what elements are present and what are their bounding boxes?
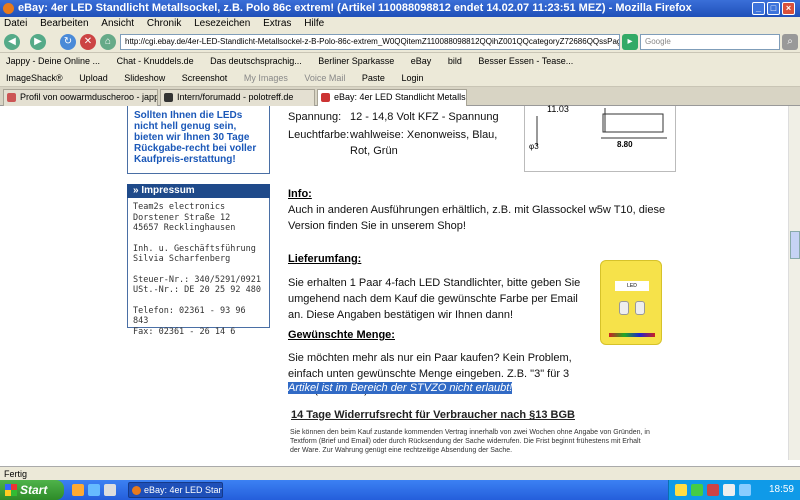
tab-ebay[interactable]: eBay: 4er LED Standlicht Metallso...	[317, 89, 467, 106]
imageshack-toolbar: ImageShack® Upload Slideshow Screenshot …	[0, 70, 800, 87]
menu-chronik[interactable]: Chronik	[147, 18, 181, 29]
spec-label-leuchtfarbe: Leuchtfarbe:	[288, 129, 350, 141]
menu-datei[interactable]: Datei	[4, 18, 27, 29]
home-icon[interactable]: ⌂	[100, 34, 116, 50]
menu-bearbeiten[interactable]: Bearbeiten	[40, 18, 88, 29]
jappy-favicon-icon	[7, 93, 16, 102]
dim-label: 11.03	[547, 104, 569, 114]
widerruf-heading: 14 Tage Widerrufsrecht für Verbraucher n…	[291, 409, 575, 421]
system-tray: 18:59	[668, 480, 800, 500]
bookmark-ebay[interactable]: eBay	[411, 56, 432, 66]
quicklaunch-desktop-icon[interactable]	[104, 484, 116, 496]
tab-strip: Profil von oowarmduscheroo - jappy.de In…	[0, 87, 800, 106]
bookmark-sparkasse[interactable]: Berliner Sparkasse	[318, 56, 394, 66]
ebay-favicon-icon	[321, 93, 330, 102]
status-bar: Fertig	[0, 466, 800, 480]
selected-text: Artikel ist im Bereich der STVZO nicht e…	[288, 382, 513, 394]
taskbar: Start eBay: 4er LED Standl... 18:59	[0, 480, 800, 500]
spec-value-spannung: 12 - 14,8 Volt KFZ - Spannung	[350, 111, 499, 123]
lieferumfang-text: Sie erhalten 1 Paar 4-fach LED Standlich…	[288, 277, 581, 321]
info-heading: Info:	[288, 188, 312, 200]
impressum-line: 45657 Recklinghausen	[133, 223, 236, 233]
quicklaunch-firefox-icon[interactable]	[72, 484, 84, 496]
tray-icon[interactable]	[691, 484, 703, 496]
bookmark-knuddels[interactable]: Chat - Knuddels.de	[117, 56, 194, 66]
impressum-line: Fax: 02361 - 26 14 6	[133, 326, 236, 337]
dim-label: φ3	[529, 142, 539, 151]
lieferumfang-heading: Lieferumfang:	[288, 253, 362, 265]
screenshot-button[interactable]: Screenshot	[182, 73, 228, 83]
firefox-icon	[132, 486, 141, 495]
close-button[interactable]: ×	[782, 2, 795, 15]
impressum-box: Team2s electronics Dorstener Straße 12 4…	[127, 198, 270, 337]
maximize-button[interactable]: □	[767, 2, 780, 15]
dimension-diagram: 11.03 8.80 φ3	[524, 104, 676, 172]
slideshow-button[interactable]: Slideshow	[124, 73, 165, 83]
bookmark-jappy[interactable]: Jappy - Deine Online ...	[6, 56, 100, 66]
reload-icon[interactable]: ↻	[60, 34, 76, 50]
imageshack-menu[interactable]: ImageShack®	[6, 73, 63, 83]
tray-icon[interactable]	[675, 484, 687, 496]
menu-bar: Datei Bearbeiten Ansicht Chronik Lesezei…	[0, 17, 800, 31]
product-image: LED	[600, 260, 662, 345]
impressum-line: Dorstener Straße 12	[133, 212, 231, 223]
back-icon[interactable]: ◀	[4, 34, 20, 50]
my-images-button[interactable]: My Images	[244, 73, 288, 83]
go-icon[interactable]: ▸	[622, 34, 638, 50]
bookmark-bild[interactable]: bild	[448, 56, 462, 66]
bookmarks-toolbar: Jappy - Deine Online ... Chat - Knuddels…	[0, 53, 800, 70]
tray-icon[interactable]	[723, 484, 735, 496]
url-input[interactable]: http://cgi.ebay.de/4er-LED-Standlicht-Me…	[120, 34, 620, 50]
impressum-line: USt.-Nr.: DE 20 25 92 480	[133, 285, 261, 295]
firefox-icon	[3, 3, 14, 14]
search-input[interactable]: Google	[640, 34, 780, 50]
vertical-scrollbar[interactable]	[788, 106, 800, 460]
paste-button[interactable]: Paste	[362, 73, 385, 83]
menu-ansicht[interactable]: Ansicht	[101, 18, 134, 29]
impressum-line: Inh. u. Geschäftsführung	[133, 243, 256, 254]
voice-mail-button[interactable]: Voice Mail	[304, 73, 345, 83]
scrollbar-thumb[interactable]	[790, 231, 800, 259]
search-go-icon[interactable]: ⌕	[782, 34, 798, 50]
menu-extras[interactable]: Extras	[263, 18, 291, 29]
impressum-line: Telefon: 02361 - 93 96 843	[133, 305, 246, 327]
menu-hilfe[interactable]: Hilfe	[304, 18, 324, 29]
info-text: Auch in anderen Ausführungen erhältlich,…	[288, 204, 666, 232]
menge-heading: Gewünschte Menge:	[288, 329, 395, 341]
return-policy-text: Sollten Ihnen die LEDs nicht hell genug …	[134, 110, 257, 165]
minimize-button[interactable]: _	[752, 2, 765, 15]
navigation-toolbar: ◀ ▶ ↻ ✕ ⌂ http://cgi.ebay.de/4er-LED-Sta…	[0, 31, 800, 53]
impressum-line: Steuer-Nr.: 340/5291/0921	[133, 274, 261, 285]
volume-icon[interactable]	[739, 484, 751, 496]
spec-value-leuchtfarbe: wahlweise: Xenonweiss, Blau, Rot, Grün	[350, 129, 498, 157]
return-policy-box: Sollten Ihnen die LEDs nicht hell genug …	[127, 106, 270, 174]
spec-label-spannung: Spannung:	[288, 111, 342, 123]
tray-icon[interactable]	[707, 484, 719, 496]
stop-icon[interactable]: ✕	[80, 34, 96, 50]
login-button[interactable]: Login	[401, 73, 423, 83]
tab-jappy[interactable]: Profil von oowarmduscheroo - jappy.de	[3, 89, 158, 106]
menu-lesezeichen[interactable]: Lesezeichen	[194, 18, 250, 29]
widerruf-text: Sie können den beim Kauf zustande kommen…	[290, 429, 650, 454]
upload-button[interactable]: Upload	[79, 73, 108, 83]
forward-icon[interactable]: ▶	[30, 34, 46, 50]
windows-logo-icon	[5, 484, 17, 496]
clock: 18:59	[768, 484, 794, 495]
polotreff-favicon-icon	[164, 93, 173, 102]
taskbar-ebay-window[interactable]: eBay: 4er LED Standl...	[128, 482, 223, 498]
bookmark-besser-essen[interactable]: Besser Essen - Tease...	[478, 56, 573, 66]
start-button[interactable]: Start	[0, 480, 64, 500]
bookmark-deutschsprachig[interactable]: Das deutschsprachig...	[210, 56, 302, 66]
quicklaunch-ie-icon[interactable]	[88, 484, 100, 496]
tab-polotreff[interactable]: Intern/forumadd - polotreff.de	[160, 89, 315, 106]
impressum-header: » Impressum	[127, 184, 270, 198]
impressum-line: Team2s electronics	[133, 202, 226, 212]
dim-label: 8.80	[617, 140, 633, 149]
window-title: eBay: 4er LED Standlicht Metallsockel, z…	[18, 2, 692, 14]
impressum-line: Silvia Scharfenberg	[133, 254, 231, 264]
window-titlebar: eBay: 4er LED Standlicht Metallsockel, z…	[0, 0, 800, 17]
